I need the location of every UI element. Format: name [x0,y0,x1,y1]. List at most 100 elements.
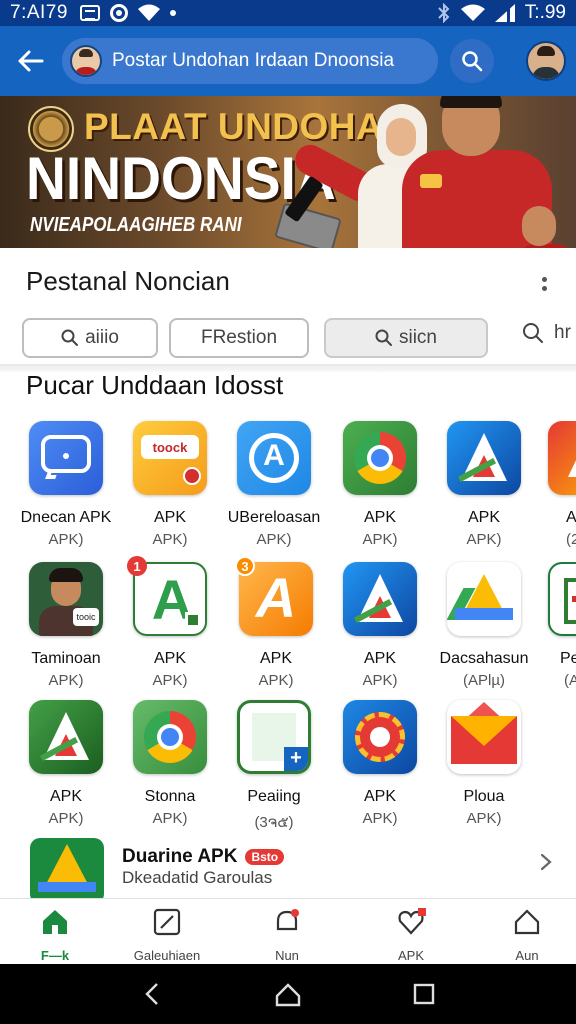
app-tile[interactable]: APK APK) [330,421,430,548]
banner-title-line2: NINDONSIA [26,145,336,212]
sheet-icon [548,562,576,636]
app-sub: APK) [152,672,188,689]
chip-question[interactable]: FRestion [169,318,309,358]
chip-search-1[interactable]: aiiio [22,318,158,358]
chevron-right-icon[interactable] [536,852,556,872]
app-name: APK [259,650,292,667]
nav-item-apk[interactable]: APK [356,907,466,963]
featured-badge: Bsto [245,849,285,865]
featured-app-row[interactable]: Duarine APK Bsto Dkeadatid Garoulas [0,832,576,904]
recents-nav-icon[interactable] [410,980,438,1008]
nav-item-notifications[interactable]: Nun [232,907,342,963]
nav-label: APK [397,948,424,963]
nav-item-gallery[interactable]: Galeuhiaen [112,907,222,963]
app-tile[interactable]: 3 A APK APK) [226,556,326,689]
app-name: A [566,509,576,526]
back-button[interactable] [10,41,50,81]
toock-icon: toock [133,421,207,495]
search-avatar [70,45,102,77]
nav-label: Nun [275,948,299,963]
sheets-plus-icon: + [237,700,311,774]
app-tile[interactable]: 1 A APK APK) [120,556,220,689]
photo-icon: tooic [29,562,103,636]
app-tile[interactable]: Ploua APK) [434,700,534,827]
app-tile[interactable]: toock APK APK) [120,421,220,548]
a-logo-icon [447,421,521,495]
chrome-icon [343,421,417,495]
box-icon [79,5,100,21]
a-logo-icon [343,562,417,636]
nav-item-more[interactable]: Aun [472,907,576,963]
app-name: Dnecan APK [20,509,112,526]
app-tile[interactable]: Dacsahasun (APlµ) [434,562,534,689]
app-sub: APK) [258,672,294,689]
search-button[interactable] [450,39,494,83]
section-title-2: Pucar Unddaan Idosst [26,370,284,400]
chip-search-3[interactable]: hr [522,322,571,344]
app-tile[interactable]: A UBereloasan APK) [224,421,324,548]
app-sub: APK) [466,531,502,548]
app-tile[interactable]: tooic Taminoan APK) [16,562,116,689]
nav-item-home[interactable]: F—k [0,907,110,963]
nav-label: F—k [40,948,70,963]
profile-avatar[interactable] [526,41,566,81]
more-options-button[interactable] [530,270,558,298]
system-navigation-bar [0,964,576,1024]
app-tile[interactable]: Stonna APK) [120,700,220,827]
featured-subtitle: Dkeadatid Garoulas [122,868,273,887]
wifi-icon [460,4,485,21]
banner-man-2 [516,206,576,248]
app-name: Dacsahasun [439,650,529,667]
app-sub: APK) [48,810,84,827]
app-tile[interactable]: A (2 [536,421,576,548]
app-name: APK [467,509,500,526]
icon-text: tooic [73,608,99,626]
app-name: Peaiing [247,788,301,805]
app-tile[interactable]: APK APK) [16,700,116,827]
app-sub: (2 [566,531,576,548]
app-tile[interactable]: APK APK) [330,700,430,827]
hero-banner[interactable]: PLAAT UNDOHAN NINDONSIA NVIEAPOLAAGIHEB … [0,96,576,248]
app-tile[interactable]: APK APK) [330,562,430,689]
gear-icon [343,700,417,774]
app-tile[interactable]: + Peaiing (3ຈ๕) [224,700,324,834]
app-tile[interactable]: Dnecan APK APK) [16,421,116,548]
app-sub: (APlµ) [463,672,505,689]
back-nav-icon[interactable] [138,980,166,1008]
search-text: Postar Undohan Irdaan Dnoonsia [112,50,395,71]
app-name: APK [49,788,82,805]
drive-icon [30,838,104,904]
app-name: APK [363,788,396,805]
heart-icon [398,908,426,935]
notification-badge: 1 [127,556,147,576]
chrome-icon [133,700,207,774]
home-nav-icon[interactable] [274,980,302,1008]
search-icon [61,329,79,346]
app-bar: Postar Undohan Irdaan Dnoonsia [0,26,576,96]
filter-chips: aiiio FRestion siicn hr [22,318,576,358]
more-dot-icon [541,277,547,282]
notification-badge: 3 [235,556,255,576]
app-sub: APK) [152,531,188,548]
a-logo-icon [29,700,103,774]
app-name: APK [363,509,396,526]
app-name: APK [153,650,186,667]
green-a-icon: A [133,562,207,636]
chip-search-2[interactable]: siicn [324,318,488,358]
bell-icon [276,909,299,931]
app-tile[interactable]: APK APK) [434,421,534,548]
app-tile[interactable]: Pe (A [536,562,576,689]
nav-label: Galeuhiaen [133,948,201,963]
search-bar[interactable]: Postar Undohan Irdaan Dnoonsia [62,38,438,84]
search-icon [375,329,392,346]
nav-label: Aun [515,948,539,963]
edge-icon [548,421,576,495]
bottom-navigation: F—k Galeuhiaen Nun APK Aun [0,898,576,964]
app-name: UBereloasan [227,509,321,526]
edit-icon [153,908,181,936]
app-sub: (A [564,672,576,689]
featured-title: Duarine APK Bsto [122,846,285,868]
status-time: 7:AI79 [10,2,68,23]
app-store-icon: A [237,421,311,495]
search-icon [523,323,543,343]
